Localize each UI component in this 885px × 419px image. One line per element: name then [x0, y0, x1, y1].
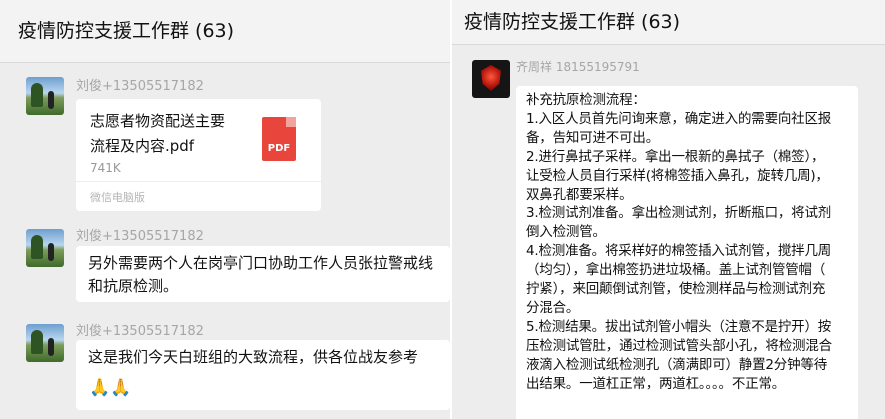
sender-name: 刘俊+13505517182 — [76, 229, 204, 244]
message-text: 另外需要两个人在岗亭门口协助工作人员张拉警戒线 和抗原检测。 — [88, 252, 446, 298]
sender-avatar[interactable] — [26, 229, 64, 267]
file-size: 741K — [90, 161, 121, 175]
file-message-bubble[interactable]: 志愿者物资配送主要 流程及内容.pdf PDF 741K 微信电脑版 — [76, 99, 321, 211]
chat-title: 疫情防控支援工作群 (63) — [452, 0, 885, 45]
message-line: 备，告知可进不可出。 — [526, 129, 659, 146]
file-name-line: 志愿者物资配送主要 — [90, 112, 226, 130]
message-text: 这是我们今天白班组的大致流程，供各位战友参考 — [88, 346, 446, 369]
divider — [76, 181, 321, 182]
message-line: 1.入区人员首先问询来意，确定进入的需要向社区报 — [526, 110, 832, 127]
text-message-bubble[interactable]: 补充抗原检测流程： 1.入区人员首先问询来意，确定进入的需要向社区报 备，告知可进不… — [516, 86, 858, 419]
sender-name: 刘俊+13505517182 — [76, 79, 204, 94]
message-line: 出结果。一道杠正常，两道杠。。。。不正常。 — [526, 375, 786, 392]
message-line: 双鼻孔都要采样。 — [526, 186, 633, 203]
message-line: 3.检测试剂准备。拿出检测试剂，折断瓶口，将试剂 — [526, 205, 832, 222]
file-name: 志愿者物资配送主要 流程及内容.pdf — [90, 109, 250, 159]
file-source: 微信电脑版 — [90, 191, 145, 204]
message-line: 5.检测结果。拔出试剂管小帽头（注意不是拧开）按 — [526, 318, 832, 335]
message-line: 压检测试管肚，通过检测试管头部小孔，将检测混合 — [526, 337, 832, 354]
pdf-fold-corner — [286, 117, 296, 127]
message-line: 另外需要两个人在岗亭门口协助工作人员张拉警戒线 — [88, 254, 434, 272]
left-chat-panel: 疫情防控支援工作群 (63) 刘俊+13505517182 志愿者物资配送主要 … — [0, 0, 450, 419]
message-line: 这是我们今天白班组的大致流程，供各位战友参考 — [88, 348, 419, 366]
sender-avatar[interactable] — [472, 60, 510, 98]
sender-name: 刘俊+13505517182 — [76, 324, 204, 339]
chat-title: 疫情防控支援工作群 (63) — [0, 0, 450, 63]
sender-avatar[interactable] — [26, 324, 64, 362]
sender-avatar[interactable] — [26, 77, 64, 115]
message-line: 让受检人员自行采样(将棉签插入鼻孔，旋转几周)， — [526, 167, 829, 184]
message-line: 倒入检测管。 — [526, 224, 606, 241]
message-line: 和抗原检测。 — [88, 277, 179, 295]
message-line: 4.检测准备。将采样好的棉签插入试剂管，搅拌几周 — [526, 243, 832, 260]
praying-hands-emoji: 🙏🙏 — [89, 378, 132, 398]
message-line: 拧紧），来回颠倒试剂管，使检测样品与检测试剂充 — [526, 281, 826, 298]
sender-name: 齐周祥 18155195791 — [516, 60, 640, 74]
file-name-line: 流程及内容.pdf — [90, 137, 195, 155]
message-text: 补充抗原检测流程： 1.入区人员首先问询来意，确定进入的需要向社区报 备，告知可进不… — [526, 91, 854, 394]
message-line: 液滴入检测试纸检测孔（滴满即可）静置2分钟等待 — [526, 356, 827, 373]
message-line: （均匀），拿出棉签扔进垃圾桶。盖上试剂管管帽（ — [526, 262, 826, 279]
pdf-icon-label: PDF — [267, 143, 291, 154]
text-message-bubble[interactable]: 这是我们今天白班组的大致流程，供各位战友参考 🙏🙏 — [76, 340, 450, 410]
text-message-bubble[interactable]: 另外需要两个人在岗亭门口协助工作人员张拉警戒线 和抗原检测。 — [76, 246, 450, 302]
message-line: 补充抗原检测流程： — [526, 92, 646, 108]
message-line: 分混合。 — [526, 299, 580, 316]
message-line: 2.进行鼻拭子采样。拿出一根新的鼻拭子（棉签）， — [526, 148, 825, 165]
